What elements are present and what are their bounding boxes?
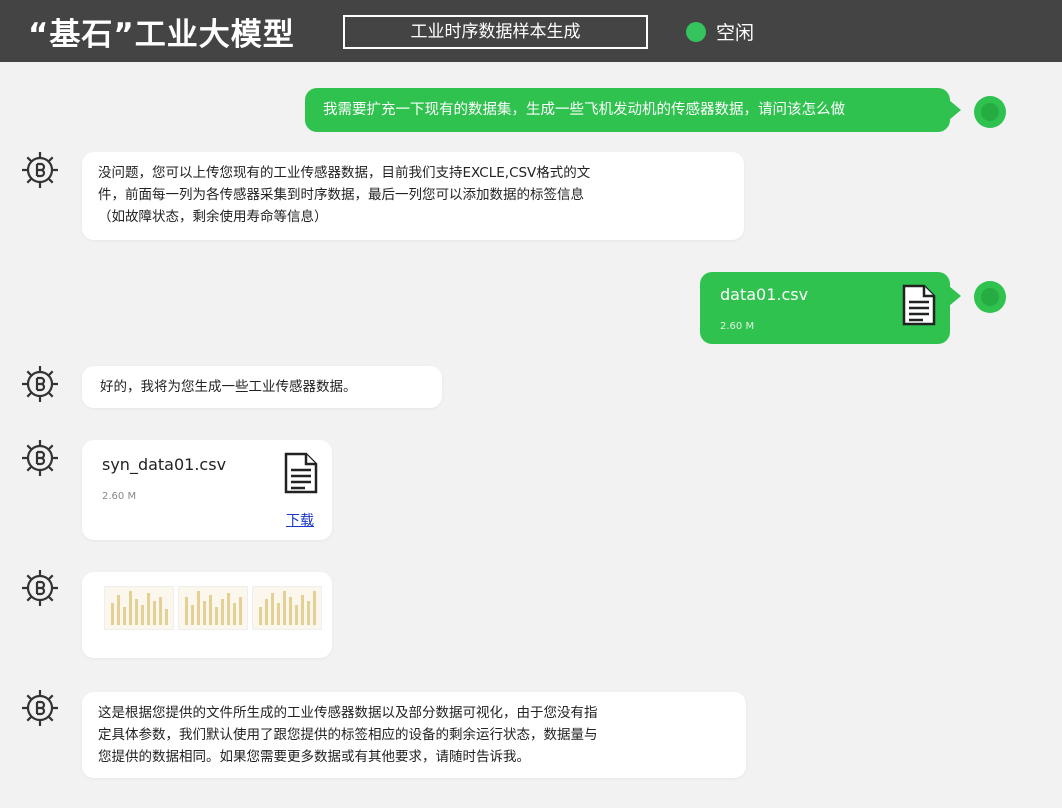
bot-chart-message — [82, 572, 332, 658]
message-text: 我需要扩充一下现有的数据集，生成一些飞机发动机的传感器数据，请问该怎么做 — [323, 102, 845, 118]
status-text: 空闲 — [716, 18, 754, 45]
status-indicator-dot — [686, 22, 706, 42]
app-header: “基石”工业大模型 工业时序数据样本生成 空闲 — [0, 0, 1062, 62]
bot-gear-icon — [18, 436, 62, 480]
message-line: 没问题，您可以上传您现有的工业传感器数据，目前我们支持EXCLE,CSV格式的文 — [98, 162, 728, 184]
message-line: （如故障状态，剩余使用寿命等信息） — [98, 206, 728, 228]
bot-gear-icon — [18, 566, 62, 610]
mode-selector[interactable]: 工业时序数据样本生成 — [343, 15, 648, 49]
bubble-tail — [949, 100, 961, 120]
user-file-message[interactable]: data01.csv 2.60 M — [700, 272, 950, 344]
document-icon — [284, 452, 318, 494]
user-avatar — [974, 281, 1006, 313]
message-line: 您提供的数据相同。如果您需要更多数据或有其他要求，请随时告诉我。 — [98, 746, 730, 768]
bubble-tail — [949, 286, 961, 306]
file-size: 2.60 M — [720, 316, 754, 338]
download-link[interactable]: 下载 — [286, 510, 314, 532]
user-message: 我需要扩充一下现有的数据集，生成一些飞机发动机的传感器数据，请问该怎么做 — [305, 88, 950, 132]
message-text: 好的，我将为您生成一些工业传感器数据。 — [100, 379, 357, 395]
message-line: 这是根据您提供的文件所生成的工业传感器数据以及部分数据可视化，由于您没有指 — [98, 702, 730, 724]
bot-gear-icon — [18, 362, 62, 406]
bot-gear-icon — [18, 686, 62, 730]
chart-thumbnail[interactable] — [252, 586, 322, 630]
bot-gear-icon — [18, 148, 62, 192]
app-title: “基石”工业大模型 — [28, 9, 295, 54]
bot-message: 这是根据您提供的文件所生成的工业传感器数据以及部分数据可视化，由于您没有指 定具… — [82, 692, 746, 778]
message-line: 定具体参数，我们默认使用了跟您提供的标签相应的设备的剩余运行状态，数据量与 — [98, 724, 730, 746]
message-line: 件，前面每一列为各传感器采集到时序数据，最后一列您可以添加数据的标签信息 — [98, 184, 728, 206]
user-avatar — [974, 96, 1006, 128]
document-icon — [902, 284, 936, 326]
bot-file-message: syn_data01.csv 2.60 M 下载 — [82, 440, 332, 540]
bot-message: 好的，我将为您生成一些工业传感器数据。 — [82, 366, 442, 408]
file-size: 2.60 M — [102, 486, 136, 508]
file-name: syn_data01.csv — [102, 454, 226, 476]
file-name: data01.csv — [720, 284, 808, 306]
chart-thumbnail[interactable] — [104, 586, 174, 630]
bot-message: 没问题，您可以上传您现有的工业传感器数据，目前我们支持EXCLE,CSV格式的文… — [82, 152, 744, 240]
chart-thumbnail[interactable] — [178, 586, 248, 630]
